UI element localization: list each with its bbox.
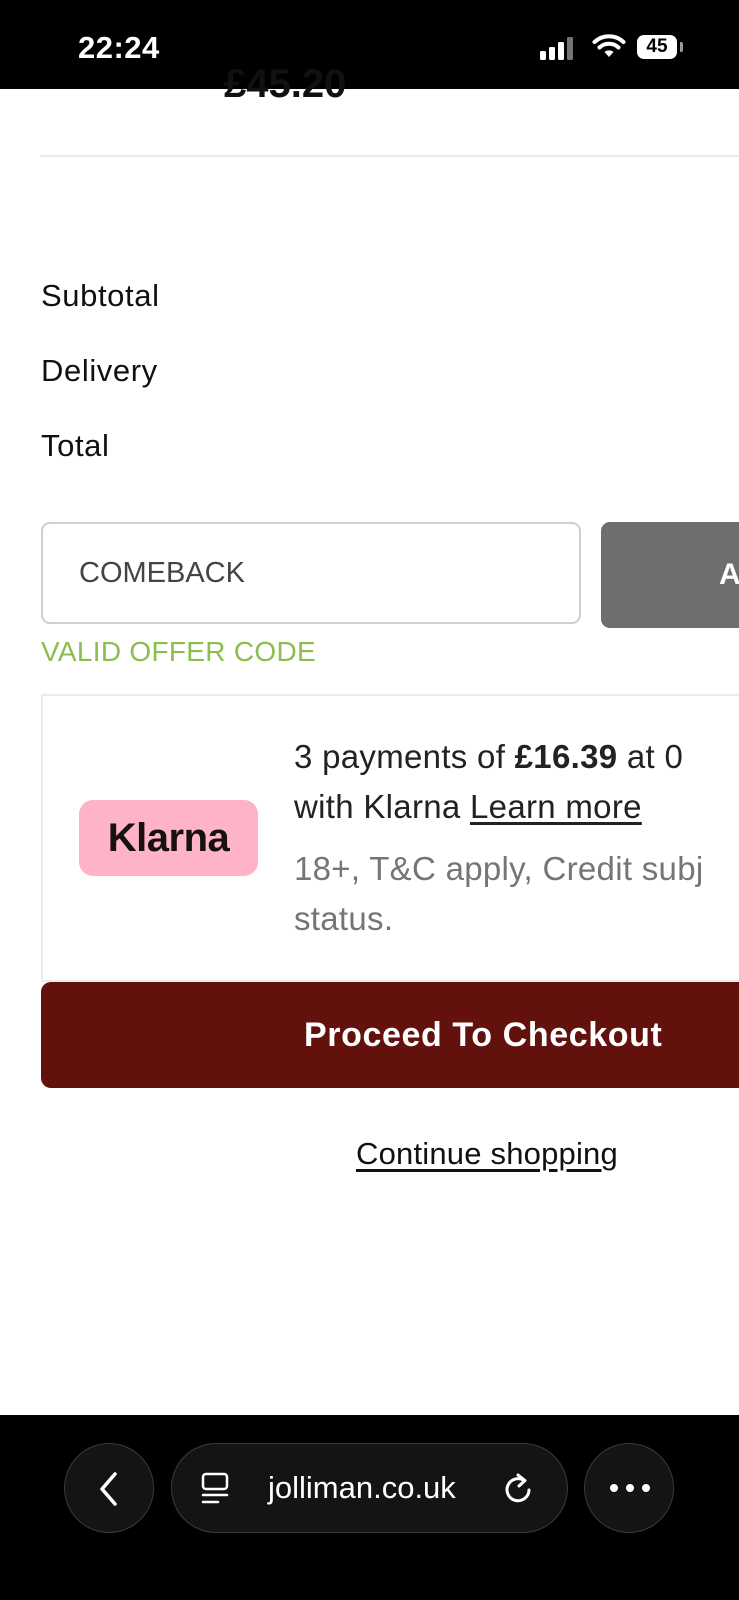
klarna-line1-prefix: 3 payments of: [294, 738, 515, 775]
klarna-line2-prefix: with Klarna: [294, 788, 471, 825]
subtotal-label: Subtotal: [41, 278, 160, 313]
battery-tip: [680, 42, 683, 52]
klarna-disclaimer-line2: status.: [294, 900, 394, 937]
klarna-amount: £16.39: [514, 738, 618, 775]
discount-code-input[interactable]: [41, 522, 581, 624]
klarna-provider-text: with Klarna Learn more: [294, 788, 642, 826]
wifi-icon: [592, 34, 626, 57]
battery-icon: 45: [637, 35, 677, 59]
klarna-disclaimer-line1: 18+, T&C apply, Credit subj: [294, 850, 704, 887]
more-icon: [610, 1484, 650, 1492]
status-bar: 22:24 45: [0, 0, 739, 89]
back-icon: [100, 1472, 117, 1506]
delivery-label: Delivery: [41, 353, 158, 388]
klarna-logo: Klarna: [79, 800, 258, 876]
offer-code-status: VALID OFFER CODE: [41, 636, 316, 667]
total-label: Total: [41, 428, 110, 463]
apply-code-button[interactable]: A: [601, 522, 739, 628]
status-time: 22:24: [78, 30, 160, 65]
item-price: £45.20: [224, 62, 347, 106]
learn-more-link[interactable]: Learn more: [470, 788, 642, 825]
proceed-to-checkout-button[interactable]: Proceed To Checkout: [41, 982, 739, 1088]
continue-shopping-link[interactable]: Continue shopping: [356, 1136, 618, 1172]
reload-icon[interactable]: [502, 1471, 536, 1507]
klarna-installments-text: 3 payments of £16.39 at 0: [294, 738, 683, 776]
signal-icon: [540, 36, 576, 60]
url-text[interactable]: jolliman.co.uk: [268, 1470, 456, 1506]
divider: [40, 155, 739, 157]
klarna-line1-suffix: at 0: [617, 738, 684, 775]
more-options-button[interactable]: [584, 1443, 674, 1533]
back-button[interactable]: [64, 1443, 154, 1533]
page-icon: [201, 1472, 229, 1504]
